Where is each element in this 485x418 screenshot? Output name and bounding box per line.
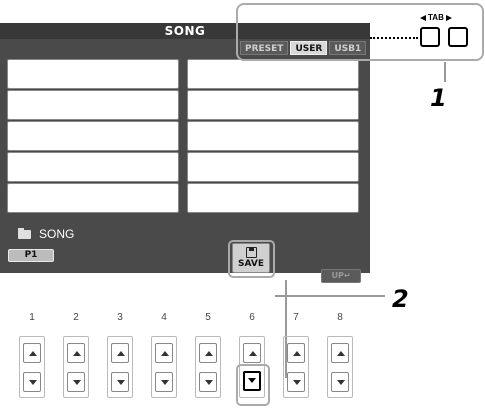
up-button[interactable]: UP↵ (321, 269, 361, 283)
button-1-up[interactable] (23, 343, 41, 363)
file-slot[interactable] (7, 152, 179, 182)
file-slot[interactable] (7, 59, 179, 89)
step-2-label: 2 (392, 285, 409, 313)
tab-legend-label: TAB (428, 13, 444, 22)
file-list (7, 59, 364, 243)
save-callout-box (228, 240, 275, 278)
step-1-label: 1 (430, 84, 447, 112)
file-slot[interactable] (187, 90, 359, 120)
current-folder-path: SONG (18, 227, 74, 241)
tab-left-button[interactable] (420, 27, 440, 47)
tab-right-button[interactable] (448, 27, 468, 47)
button-7-down[interactable] (287, 372, 305, 392)
dotted-leader (370, 37, 418, 39)
column-number: 8 (337, 312, 343, 323)
column-number: 2 (73, 312, 79, 323)
button-6-up[interactable] (243, 343, 261, 363)
button-4-down[interactable] (155, 372, 173, 392)
arrow-right-icon (445, 14, 452, 21)
up-label: UP (331, 271, 344, 280)
file-slot[interactable] (7, 90, 179, 120)
folder-name: SONG (39, 227, 75, 241)
button-3-down[interactable] (111, 372, 129, 392)
button-1-down[interactable] (23, 372, 41, 392)
file-slot[interactable] (187, 183, 359, 213)
button-2-down[interactable] (67, 372, 85, 392)
button-8-down[interactable] (331, 372, 349, 392)
column-number: 1 (29, 312, 35, 323)
column-number: 4 (161, 312, 167, 323)
button-4-up[interactable] (155, 343, 173, 363)
file-slot[interactable] (187, 121, 359, 151)
column-number: 3 (117, 312, 123, 323)
arrow-left-icon (420, 14, 426, 21)
button-2-up[interactable] (67, 343, 85, 363)
file-slot[interactable] (7, 183, 179, 213)
button-6-down-callout-box (236, 364, 270, 406)
tab-legend: TAB (420, 13, 452, 22)
file-slot[interactable] (7, 121, 179, 151)
button-5-down[interactable] (199, 372, 217, 392)
column-number: 7 (293, 312, 299, 323)
folder-icon (18, 227, 31, 239)
file-slot[interactable] (187, 152, 359, 182)
page-button-p1[interactable]: P1 (8, 249, 54, 262)
button-7-up[interactable] (287, 343, 305, 363)
button-3-up[interactable] (111, 343, 129, 363)
button-8-up[interactable] (331, 343, 349, 363)
button-5-up[interactable] (199, 343, 217, 363)
step-1-leader (444, 62, 446, 82)
column-number: 5 (205, 312, 211, 323)
tab-callout-box (236, 3, 484, 61)
step-2-leader (275, 295, 385, 297)
file-slot[interactable] (187, 59, 359, 89)
column-number: 6 (249, 312, 255, 323)
